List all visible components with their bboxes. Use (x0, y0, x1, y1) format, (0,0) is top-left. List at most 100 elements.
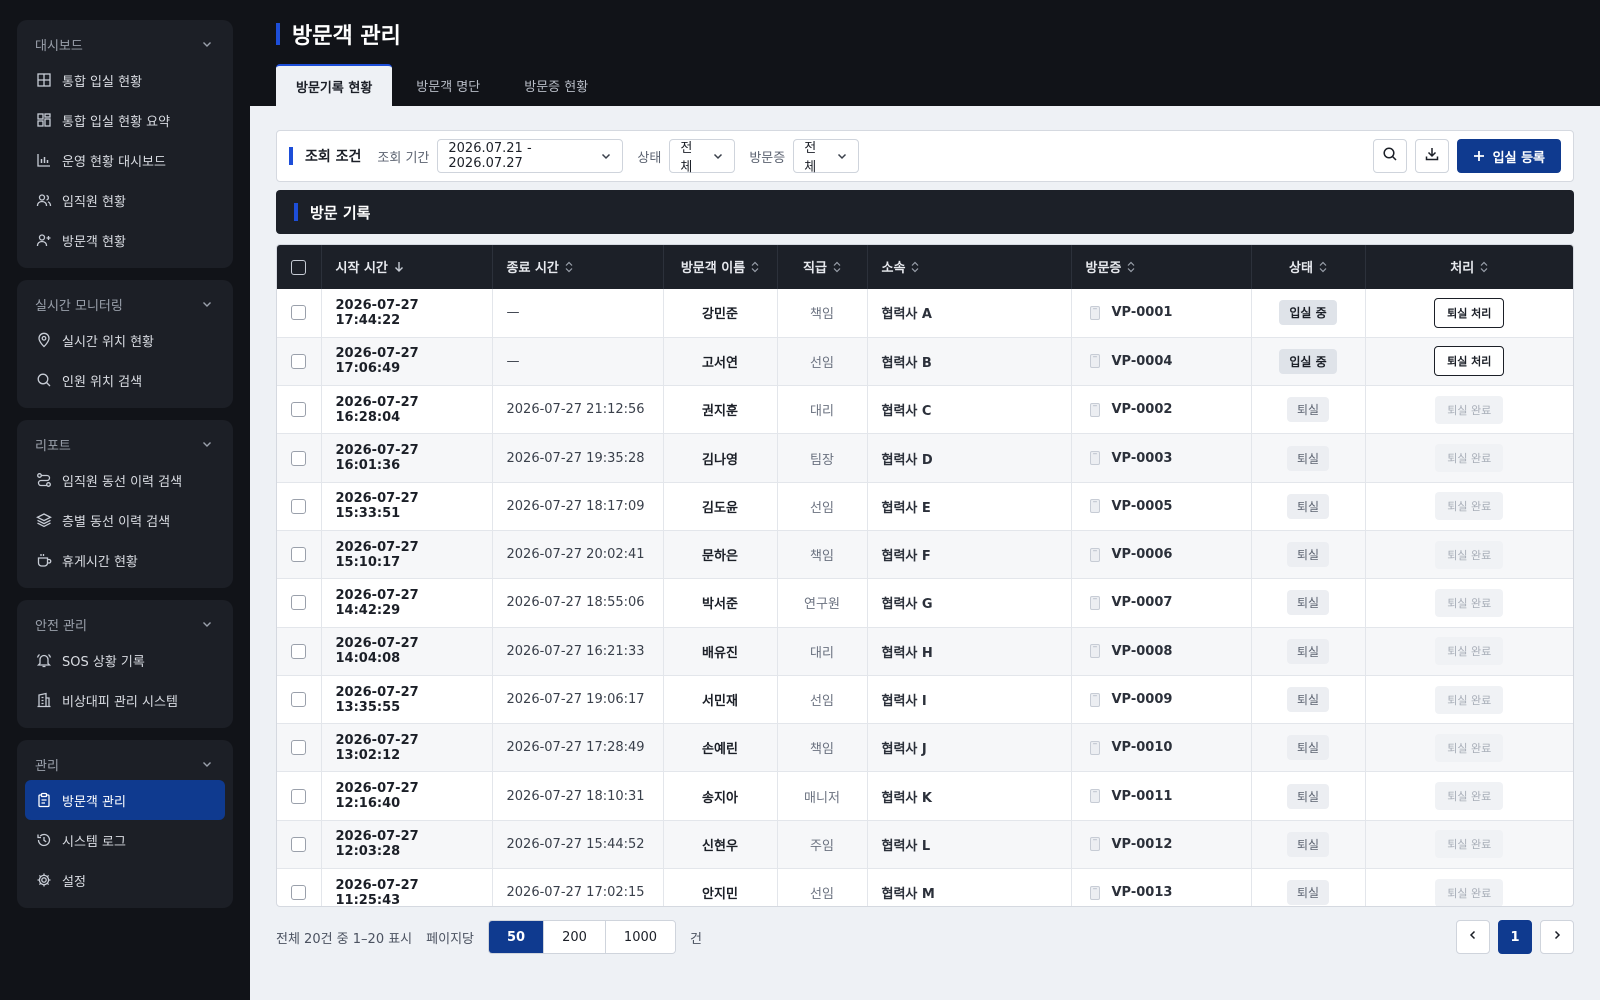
sidebar-item[interactable]: 임직원 동선 이력 검색 (25, 460, 225, 500)
per-page-option-1000[interactable]: 1000 (605, 921, 676, 953)
row-checkbox[interactable] (291, 305, 307, 321)
filter-accent-bar (289, 147, 293, 165)
row-checkbox[interactable] (291, 836, 307, 852)
sidebar-item-label: 방문객 관리 (62, 794, 126, 810)
row-checkbox[interactable] (291, 595, 307, 611)
row-select-cell (277, 868, 322, 906)
sidebar-item[interactable]: 방문객 현황 (25, 220, 225, 260)
section-title: 방문 기록 (310, 203, 371, 222)
table-row: 2026-07-27 17:44:22 — 강민준 책임 협력사 A VP-00… (277, 289, 1573, 338)
status-select[interactable]: 전체 (669, 139, 736, 175)
action-cell: 퇴실 완료 (1365, 627, 1573, 676)
per-page-option-200[interactable]: 200 (544, 921, 606, 953)
row-checkbox[interactable] (291, 498, 307, 514)
tab-visit-records[interactable]: 방문기록 현황 (276, 64, 393, 106)
row-checkbox[interactable] (291, 547, 307, 563)
start-time: 2026-07-27 16:28:04 (321, 385, 493, 435)
row-checkbox[interactable] (291, 643, 307, 659)
select-all-cell (277, 245, 322, 289)
next-page-button[interactable] (1540, 920, 1574, 954)
row-checkbox[interactable] (291, 740, 307, 756)
col-affiliation[interactable]: 소속 (867, 245, 1072, 289)
sidebar-item[interactable]: 실시간 위치 현황 (25, 320, 225, 360)
clipboard-icon (35, 791, 53, 809)
sidebar-group-header[interactable]: 실시간 모니터링 (25, 288, 225, 320)
col-start-time[interactable]: 시작 시간 (321, 245, 493, 289)
select-all-checkbox[interactable] (291, 259, 307, 275)
status-value: 전체 (680, 141, 693, 175)
visitor-name: 김나영 (663, 433, 778, 483)
sidebar-item[interactable]: 비상대피 관리 시스템 (25, 680, 225, 720)
col-badge[interactable]: 방문증 (1071, 245, 1252, 289)
period-select[interactable]: 2026.07.21 - 2026.07.27 (437, 139, 624, 173)
tab-badge-status[interactable]: 방문증 현황 (504, 64, 608, 106)
checkout-button[interactable]: 퇴실 처리 (1434, 346, 1505, 377)
sidebar-group-header[interactable]: 안전 관리 (25, 608, 225, 640)
visitor-rank: 책임 (777, 530, 868, 580)
plus-icon (1473, 150, 1485, 162)
col-action[interactable]: 처리 (1365, 245, 1573, 289)
sidebar-item-label: 통합 입실 현황 요약 (62, 114, 171, 130)
action-cell: 퇴실 완료 (1365, 433, 1573, 483)
checkout-button[interactable]: 퇴실 처리 (1434, 297, 1505, 328)
sidebar-item[interactable]: 층별 동선 이력 검색 (25, 500, 225, 540)
row-checkbox[interactable] (291, 885, 307, 901)
sidebar-item[interactable]: 임직원 현황 (25, 180, 225, 220)
register-entry-button[interactable]: 입실 등록 (1456, 139, 1561, 173)
main-content: 조회 조건 조회 기간 2026.07.21 - 2026.07.27 상태 전… (250, 106, 1600, 1000)
checkout-done-label: 퇴실 완료 (1435, 878, 1504, 906)
col-label: 직급 (803, 261, 827, 277)
badge-select[interactable]: 전체 (793, 139, 860, 175)
filter-actions: 입실 등록 (1365, 139, 1561, 173)
sidebar-group-header[interactable]: 관리 (25, 748, 225, 780)
end-time: 2026-07-27 18:17:09 (492, 482, 664, 531)
sidebar-item-label: 실시간 위치 현황 (62, 334, 154, 350)
sidebar-group-label: 대시보드 (35, 38, 83, 54)
id-card-icon (1086, 594, 1104, 612)
checkout-done-label: 퇴실 완료 (1435, 830, 1504, 859)
row-checkbox[interactable] (291, 692, 307, 708)
badge-id: VP-0009 (1111, 692, 1173, 708)
table-row: 2026-07-27 17:06:49 — 고서연 선임 협력사 B VP-00… (277, 337, 1573, 387)
badge-cell: VP-0008 (1071, 627, 1252, 676)
row-checkbox[interactable] (291, 450, 307, 466)
sidebar-item[interactable]: 방문객 관리 (25, 780, 225, 820)
start-time: 2026-07-27 17:44:22 (321, 289, 493, 338)
per-page-option-50[interactable]: 50 (489, 921, 545, 953)
search-button[interactable] (1372, 139, 1407, 173)
status-badge: 퇴실 (1286, 831, 1330, 857)
tab-visitor-list[interactable]: 방문객 명단 (396, 64, 500, 106)
sidebar-item-label: 임직원 동선 이력 검색 (62, 474, 183, 490)
id-card-icon (1086, 691, 1104, 709)
col-visitor-name[interactable]: 방문객 이름 (663, 245, 778, 289)
download-button[interactable] (1414, 139, 1449, 173)
table-row: 2026-07-27 16:28:04 2026-07-27 21:12:56 … (277, 385, 1573, 435)
sidebar-item[interactable]: 운영 현황 대시보드 (25, 140, 225, 180)
table-row: 2026-07-27 14:42:29 2026-07-27 18:55:06 … (277, 578, 1573, 628)
sidebar-item[interactable]: 설정 (25, 860, 225, 900)
col-rank[interactable]: 직급 (777, 245, 868, 289)
row-checkbox[interactable] (291, 788, 307, 804)
sidebar-item[interactable]: 인원 위치 검색 (25, 360, 225, 400)
row-checkbox[interactable] (291, 353, 307, 369)
sidebar-item[interactable]: 통합 입실 현황 요약 (25, 100, 225, 140)
row-select-cell (277, 627, 322, 676)
user-plus-icon (35, 231, 53, 249)
col-end-time[interactable]: 종료 시간 (492, 245, 664, 289)
sidebar-item[interactable]: 시스템 로그 (25, 820, 225, 860)
sidebar-group-header[interactable]: 대시보드 (25, 28, 225, 60)
badge-id: VP-0005 (1111, 498, 1173, 514)
status-badge: 퇴실 (1286, 590, 1330, 616)
checkout-done-label: 퇴실 완료 (1435, 637, 1504, 666)
col-status[interactable]: 상태 (1251, 245, 1366, 289)
sidebar-group-header[interactable]: 리포트 (25, 428, 225, 460)
status-badge: 퇴실 (1286, 445, 1330, 471)
prev-page-button[interactable] (1456, 920, 1490, 954)
status-cell: 퇴실 (1251, 771, 1366, 821)
row-checkbox[interactable] (291, 402, 307, 418)
sidebar-item[interactable]: 통합 입실 현황 (25, 60, 225, 100)
sidebar-item[interactable]: 휴게시간 현황 (25, 540, 225, 580)
sidebar-item-label: 통합 입실 현황 (62, 74, 143, 90)
sidebar-item[interactable]: SOS 상황 기록 (25, 640, 225, 680)
page-button-current[interactable]: 1 (1498, 920, 1532, 954)
